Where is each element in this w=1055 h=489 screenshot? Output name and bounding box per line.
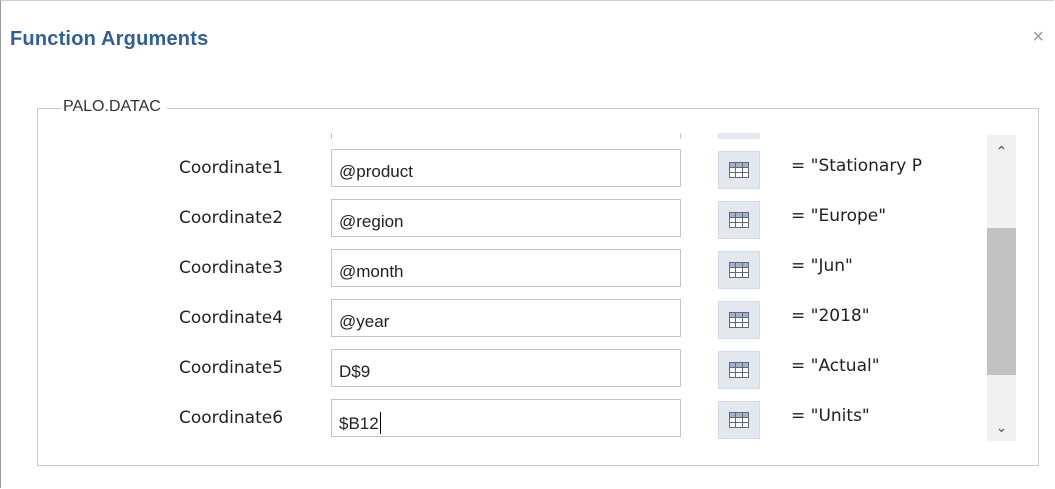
range-select-icon [729,312,749,328]
range-select-icon [729,262,749,278]
argument-value: = "Units" [791,406,870,426]
function-arguments-dialog: Function Arguments × PALO.DATAC Coordina… [0,0,1054,488]
argument-input-active[interactable]: $B12 [331,399,681,437]
range-select-icon [729,162,749,178]
range-select-button[interactable] [718,401,760,439]
dialog-title: Function Arguments [10,28,209,50]
argument-label: Coordinate4 [179,308,284,328]
range-select-button[interactable] [718,351,760,389]
argument-value: = "Actual" [791,356,880,376]
range-select-icon [729,212,749,228]
function-name-label: PALO.DATAC [61,98,167,116]
argument-row: Coordinate5 D$9 = "Actual" [171,349,971,391]
argument-value: = "Jun" [791,256,853,276]
argument-label: Coordinate2 [179,208,284,228]
argument-input-text: $B12 [339,414,379,433]
chevron-down-icon[interactable]: ⌄ [987,413,1016,441]
argument-row: Coordinate6 $B12 = "Units" [171,399,971,441]
close-icon[interactable]: × [1032,27,1044,47]
argument-input[interactable]: @month [331,249,681,287]
argument-row: Coordinate2 @region = "Europe" [171,199,971,241]
argument-row: Coordinate3 @month = "Jun" [171,249,971,291]
arguments-scroll-area: Coordinate1 @product = "Stationary P Coo… [171,133,971,441]
argument-label: Coordinate5 [179,358,284,378]
range-select-icon [729,412,749,428]
argument-label: Coordinate3 [179,258,284,278]
vertical-scrollbar[interactable]: ⌃ ⌄ [987,135,1016,441]
text-caret [379,412,381,434]
argument-input[interactable]: @year [331,299,681,337]
argument-label: Coordinate1 [179,158,284,178]
argument-input[interactable]: @region [331,199,681,237]
argument-label: Coordinate6 [179,408,284,428]
argument-value: = "Europe" [791,206,887,226]
previous-ref-button-stub [718,133,760,139]
scrollbar-thumb[interactable] [987,228,1016,375]
argument-value: = "Stationary P [791,156,923,176]
range-select-button[interactable] [718,301,760,339]
argument-input[interactable]: D$9 [331,349,681,387]
range-select-button[interactable] [718,151,760,189]
chevron-up-icon[interactable]: ⌃ [987,137,1016,165]
range-select-button[interactable] [718,251,760,289]
range-select-icon [729,362,749,378]
argument-input[interactable]: @product [331,149,681,187]
argument-row: Coordinate4 @year = "2018" [171,299,971,341]
previous-input-stub [331,133,681,139]
argument-value: = "2018" [791,306,870,326]
argument-row: Coordinate1 @product = "Stationary P [171,149,971,191]
range-select-button[interactable] [718,201,760,239]
